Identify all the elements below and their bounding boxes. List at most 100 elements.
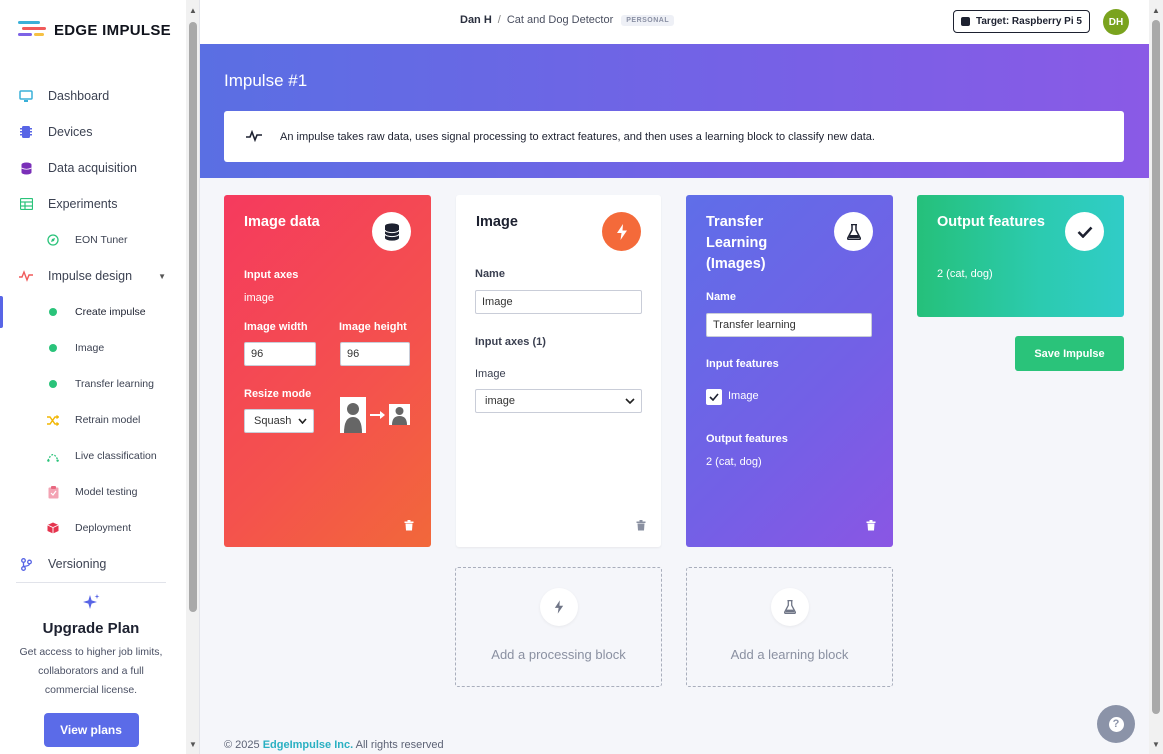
delete-block-icon[interactable] [636,520,646,534]
target-device-button[interactable]: Target: Raspberry Pi 5 [953,10,1090,33]
sidebar-item-experiments[interactable]: Experiments [0,186,186,222]
info-banner: An impulse takes raw data, uses signal p… [224,111,1124,162]
flask-icon [771,588,809,626]
monitor-icon [19,89,33,103]
shuffle-icon [47,414,59,426]
avatar[interactable]: DH [1103,9,1129,35]
database-icon [19,161,33,175]
sidebar-item-label: Data acquisition [48,161,137,175]
input-feature-checkbox[interactable] [706,389,722,405]
image-width-input[interactable]: 96 [244,342,316,366]
compass-icon [47,234,59,246]
add-processing-block-button[interactable]: Add a processing block [455,567,662,687]
sidebar-item-label: Impulse design [48,269,133,283]
edge-impulse-logo-icon [18,20,46,40]
main-scrollbar-thumb[interactable] [1152,20,1160,714]
output-block-card: Output features 2 (cat, dog) [917,195,1124,317]
output-features-label: Output features [706,433,788,445]
image-height-input[interactable]: 96 [340,342,410,366]
chevron-down-icon[interactable]: ▼ [158,272,166,281]
delete-block-icon[interactable] [404,520,414,534]
footer-rights: All rights reserved [355,739,444,751]
learning-name-input[interactable]: Transfer learning [706,313,872,337]
logo[interactable]: EDGE IMPULSE [18,20,171,40]
sidebar-item-image[interactable]: Image [0,330,186,366]
add-processing-block-label: Add a processing block [491,647,626,662]
database-icon [372,212,411,251]
scroll-down-icon[interactable]: ▼ [189,740,197,749]
sidebar-item-retrain-model[interactable]: Retrain model [0,402,186,438]
input-axis-select[interactable]: image [475,389,642,413]
sidebar-item-label: Experiments [48,197,118,211]
page-title: Impulse #1 [224,71,308,90]
pulse-icon [246,129,262,145]
sidebar-item-devices[interactable]: Devices [0,114,186,150]
sidebar-scrollbar[interactable]: ▲ ▼ [186,0,200,754]
output-block-title: Output features [937,214,1045,230]
breadcrumb-separator: / [497,14,501,26]
squash-illustration-icon [339,396,411,437]
sidebar-item-label: Dashboard [48,89,110,103]
view-plans-button[interactable]: View plans [43,713,139,747]
pulse-icon [19,269,33,283]
sidebar-item-impulse-design[interactable]: Impulse design ▼ [0,258,186,294]
sidebar-item-create-impulse[interactable]: Create impulse [0,294,186,330]
sidebar-item-live-classification[interactable]: Live classification [0,438,186,474]
image-height-label: Image height [339,321,407,333]
footer-company-link[interactable]: EdgeImpulse Inc. [263,739,353,751]
processing-name-input[interactable]: Image [475,290,642,314]
add-learning-block-button[interactable]: Add a learning block [686,567,893,687]
main-scrollbar[interactable]: ▲ ▼ [1149,0,1163,754]
sidebar-item-model-testing[interactable]: Model testing [0,474,186,510]
sidebar-scrollbar-thumb[interactable] [189,22,197,612]
sidebar-item-label: Transfer learning [75,378,154,390]
footer-copyright: © 2025 [224,739,260,751]
sidebar-item-deployment[interactable]: Deployment [0,510,186,546]
block-name-label: Name [475,268,505,280]
input-block-title: Image data [244,214,320,230]
scroll-down-icon[interactable]: ▼ [1152,740,1160,749]
resize-mode-select[interactable]: Squash [244,409,314,433]
sidebar-item-data-acquisition[interactable]: Data acquisition [0,150,186,186]
processing-block-title: Image [476,214,518,230]
input-features-label: Input features [706,358,779,370]
sidebar-item-label: Devices [48,125,93,139]
lightning-icon [540,588,578,626]
breadcrumb: Dan H / Cat and Dog Detector PERSONAL [460,14,675,26]
question-icon: ? [1108,716,1124,732]
project-type-badge: PERSONAL [621,14,675,26]
scroll-up-icon[interactable]: ▲ [189,6,197,15]
sidebar-item-transfer-learning[interactable]: Transfer learning [0,366,186,402]
checkmark-icon [1065,212,1104,251]
add-learning-block-label: Add a learning block [730,647,849,662]
save-impulse-button[interactable]: Save Impulse [1015,336,1124,371]
output-features-value: 2 (cat, dog) [706,456,762,468]
sidebar-item-versioning[interactable]: Versioning [0,546,186,582]
sidebar-item-dashboard[interactable]: Dashboard [0,78,186,114]
help-button[interactable]: ? [1097,705,1135,743]
antenna-icon [47,450,59,462]
flask-icon [834,212,873,251]
breadcrumb-project[interactable]: Cat and Dog Detector [507,14,613,26]
dot-icon [47,378,59,390]
upgrade-title: Upgrade Plan [42,620,140,637]
sidebar-item-eon-tuner[interactable]: EON Tuner [0,222,186,258]
input-feature-label: Image [728,390,759,402]
scroll-up-icon[interactable]: ▲ [1152,6,1160,15]
learning-block-card: Transfer Learning (Images) Name Transfer… [686,195,893,547]
input-axes-value: image [244,292,274,304]
target-label: Target: Raspberry Pi 5 [976,16,1082,27]
grid-icon [19,197,33,211]
input-block-card: Image data Input axes image Image width … [224,195,431,547]
chevron-down-icon [625,395,635,407]
upgrade-panel: Upgrade Plan Get access to higher job li… [16,582,166,747]
dot-icon [47,306,59,318]
learning-block-title: Transfer Learning (Images) [706,214,768,272]
box-icon [47,522,59,534]
delete-block-icon[interactable] [866,520,876,534]
clipboard-icon [47,485,59,498]
upgrade-text: Get access to higher job limits, collabo… [19,646,163,696]
sidebar: EDGE IMPULSE Dashboard Devices Data acqu… [0,0,186,754]
breadcrumb-user[interactable]: Dan H [460,14,492,26]
resize-mode-value: Squash [254,415,292,427]
